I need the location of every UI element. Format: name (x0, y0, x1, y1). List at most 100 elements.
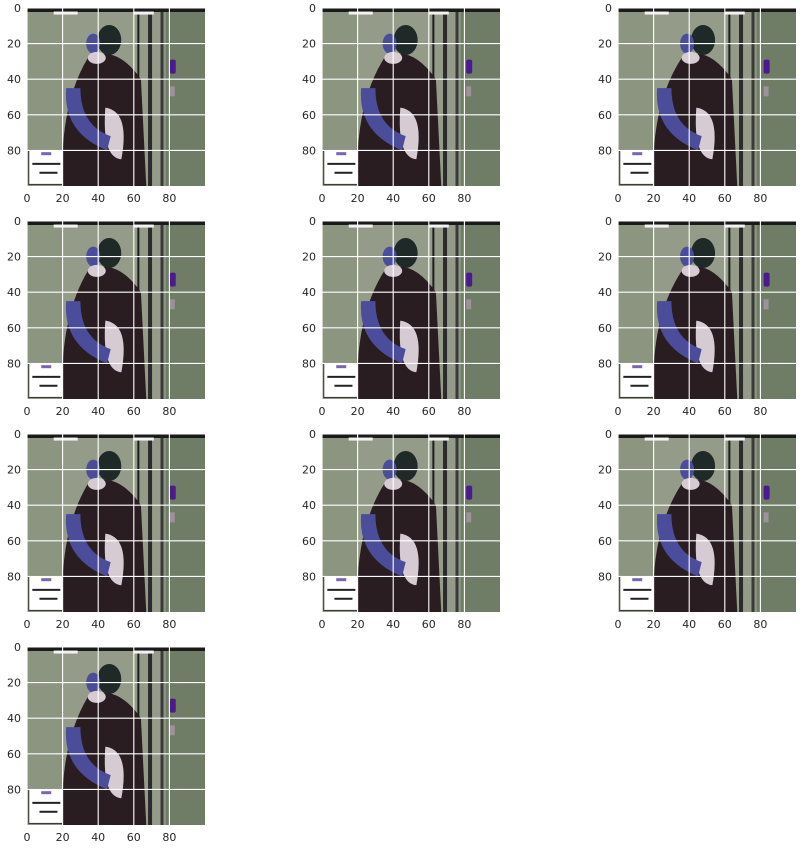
door-frame (739, 8, 744, 186)
door-frame (739, 221, 744, 399)
wall-sign (169, 59, 176, 74)
y-tick-label: 60 (302, 535, 316, 548)
head (97, 25, 122, 56)
y-tick-label: 0 (309, 428, 316, 441)
ceiling-light (348, 11, 373, 15)
sign-card (323, 575, 359, 611)
y-tick-label: 80 (598, 570, 612, 583)
y-tick-label: 20 (7, 677, 21, 690)
x-tick-label: 0 (319, 618, 326, 631)
door-frame-2 (160, 8, 164, 186)
ceiling-light (53, 11, 78, 15)
y-tick-label: 0 (14, 428, 21, 441)
door-frame-2 (160, 221, 164, 399)
wall-sign (169, 698, 176, 713)
image-panel: 0 20 40 60 80 0 20 40 60 80 (598, 428, 796, 631)
door-frame-2 (160, 647, 164, 825)
x-tick-label: 0 (24, 831, 31, 844)
y-tick-label: 0 (14, 2, 21, 15)
sign-card-text (32, 588, 61, 591)
ceiling-light (724, 11, 745, 15)
image-panel: 0 20 40 60 80 0 20 40 60 80 (302, 2, 500, 205)
head (691, 25, 716, 56)
y-tick-label: 60 (7, 322, 21, 335)
image-panel: 0 20 40 60 80 0 20 40 60 80 (7, 215, 205, 418)
y-tick-label: 80 (7, 783, 21, 796)
sign-card-header (336, 578, 347, 582)
head (393, 25, 418, 56)
y-tick-label: 60 (302, 109, 316, 122)
sign-card-text (32, 801, 61, 804)
ceiling (27, 647, 205, 651)
x-tick-label: 60 (718, 192, 732, 205)
ceiling-light (53, 437, 78, 441)
x-tick-label: 60 (127, 192, 141, 205)
image-panel: 0 20 40 60 80 0 20 40 60 80 (598, 215, 796, 418)
wall-sign-2 (169, 725, 175, 736)
sign-card-header (41, 365, 52, 369)
wall-sign-2 (466, 299, 472, 310)
image-panel: 0 20 40 60 80 0 20 40 60 80 (7, 428, 205, 631)
y-tick-label: 20 (7, 251, 21, 264)
ceiling (27, 221, 205, 225)
image-content (322, 434, 500, 612)
x-tick-label: 20 (56, 618, 70, 631)
y-tick-label: 80 (7, 357, 21, 370)
image-panel: 0 20 40 60 80 0 20 40 60 80 (302, 215, 500, 418)
image-content (27, 221, 205, 399)
sign-card-text (39, 597, 58, 600)
background-right (460, 434, 500, 612)
x-tick-label: 80 (162, 192, 176, 205)
x-tick-label: 80 (457, 618, 471, 631)
x-tick-label: 80 (162, 405, 176, 418)
y-tick-label: 40 (302, 499, 316, 512)
sign-card-header (632, 365, 643, 369)
x-tick-label: 80 (457, 192, 471, 205)
x-tick-label: 60 (422, 405, 436, 418)
x-tick-label: 80 (457, 405, 471, 418)
x-tick-label: 40 (91, 405, 105, 418)
x-tick-label: 80 (753, 192, 767, 205)
head (97, 238, 122, 269)
x-tick-label: 40 (386, 618, 400, 631)
sign-card-header (41, 791, 52, 795)
ceiling-light (53, 224, 78, 228)
ceiling-light (348, 224, 373, 228)
y-tick-label: 40 (598, 286, 612, 299)
y-tick-label: 20 (598, 251, 612, 264)
y-tick-label: 40 (302, 73, 316, 86)
door-frame-2 (751, 8, 755, 186)
sign-card-header (632, 578, 643, 582)
sign-card (619, 575, 655, 611)
ceiling-light (133, 224, 154, 228)
y-tick-label: 80 (598, 144, 612, 157)
wall-sign (466, 59, 473, 74)
sign-card (323, 149, 359, 185)
x-tick-label: 80 (162, 831, 176, 844)
x-tick-label: 60 (127, 405, 141, 418)
wall-sign (763, 59, 770, 74)
x-tick-label: 60 (422, 192, 436, 205)
head (97, 664, 122, 695)
door-frame-2 (455, 8, 459, 186)
sign-card-text (334, 597, 353, 600)
background-right (165, 221, 205, 399)
wall-sign (763, 272, 770, 287)
x-tick-label: 20 (647, 618, 661, 631)
x-tick-label: 20 (647, 405, 661, 418)
ceiling-light (724, 437, 745, 441)
ceiling-light (724, 224, 745, 228)
background-right (460, 8, 500, 186)
ceiling-light (133, 437, 154, 441)
door-frame (148, 647, 153, 825)
y-tick-label: 0 (605, 2, 612, 15)
ceiling-light (644, 11, 669, 15)
sign-card (323, 362, 359, 398)
y-tick-label: 0 (309, 215, 316, 228)
y-tick-label: 40 (7, 286, 21, 299)
x-tick-label: 0 (615, 618, 622, 631)
sign-card-text (327, 375, 356, 378)
background-right (756, 221, 796, 399)
y-tick-label: 40 (7, 712, 21, 725)
ceiling (618, 8, 796, 12)
